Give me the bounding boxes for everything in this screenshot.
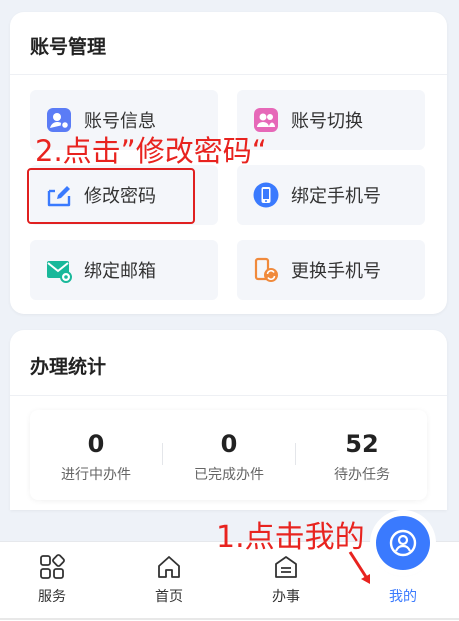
stat-label: 进行中办件	[61, 467, 131, 483]
bind-phone-icon	[253, 182, 279, 208]
stats-section-title: 办理统计	[30, 356, 107, 378]
stat-completed[interactable]: 0 已完成办件	[163, 410, 295, 500]
tab-label: 我的	[389, 589, 417, 605]
bind-phone-label: 绑定手机号	[291, 186, 381, 207]
tab-label: 服务	[38, 589, 66, 605]
task-icon	[275, 556, 297, 578]
tab-home[interactable]: 首页	[123, 542, 215, 621]
divider	[10, 74, 447, 75]
annotation-step2: 2.点击”修改密码“	[35, 134, 267, 168]
stat-in-progress[interactable]: 0 进行中办件	[30, 410, 162, 500]
change-phone-label: 更换手机号	[291, 261, 381, 282]
divider	[10, 395, 447, 396]
annotation-step1: 1.点击我的	[216, 520, 365, 555]
profile-icon	[389, 529, 417, 557]
tab-label: 首页	[155, 589, 183, 605]
stat-pending[interactable]: 52 待办任务	[296, 410, 428, 500]
grid-icon	[40, 554, 65, 579]
account-section-title: 账号管理	[30, 36, 107, 58]
stat-label: 待办任务	[334, 467, 390, 483]
mine-fab-button[interactable]	[376, 516, 430, 570]
annotation-arrow-icon	[348, 551, 370, 584]
bind-email-button[interactable]: 绑定邮箱	[30, 240, 218, 300]
account-switch-label: 账号切换	[291, 111, 363, 132]
stats-panel: 0 进行中办件 0 已完成办件 52 待办任务	[30, 410, 427, 500]
change-phone-button[interactable]: 更换手机号	[237, 240, 425, 300]
stat-value: 0	[87, 430, 105, 458]
change-password-highlight	[27, 168, 195, 224]
tab-service[interactable]: 服务	[6, 542, 98, 621]
stat-label: 已完成办件	[194, 467, 264, 483]
stat-value: 52	[345, 430, 379, 458]
stats-card: 办理统计 0 进行中办件 0 已完成办件 52 待办任务	[10, 330, 447, 510]
bind-email-label: 绑定邮箱	[84, 261, 156, 282]
mail-icon	[47, 261, 72, 283]
stat-value: 0	[220, 430, 238, 458]
bind-phone-button[interactable]: 绑定手机号	[237, 165, 425, 225]
home-icon	[158, 556, 180, 578]
tab-label: 办事	[272, 589, 300, 605]
change-phone-icon	[254, 257, 278, 282]
